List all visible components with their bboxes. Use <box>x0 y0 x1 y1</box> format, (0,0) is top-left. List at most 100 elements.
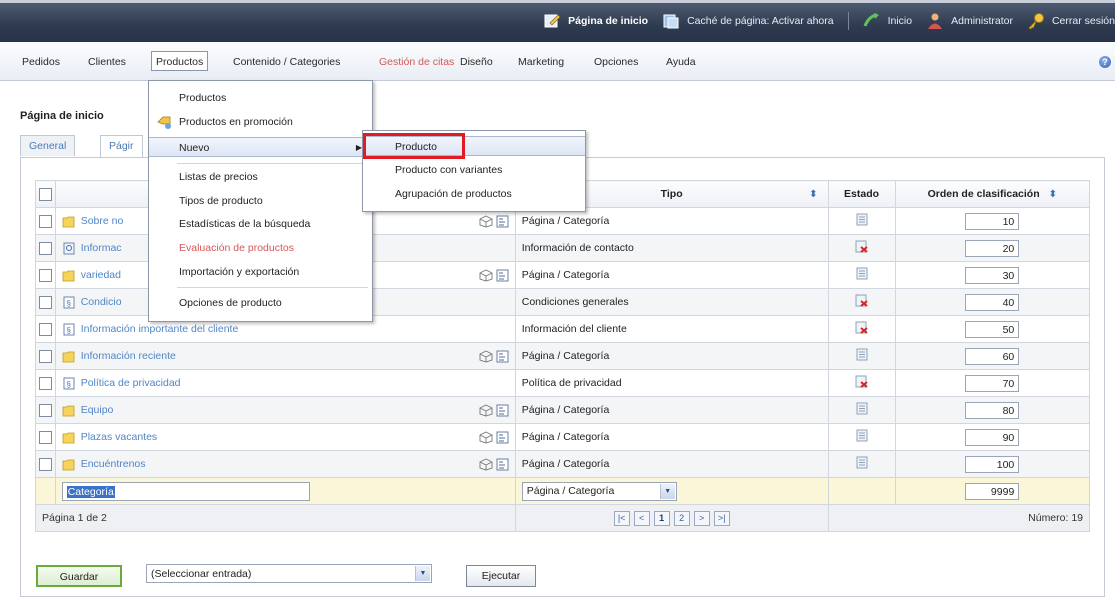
menu-item-price-lists[interactable]: Listas de precios <box>149 167 372 187</box>
row-checkbox[interactable] <box>38 322 52 336</box>
row-checkbox[interactable] <box>38 430 52 444</box>
page-cache-link[interactable]: Caché de página: Activar ahora <box>662 12 834 30</box>
start-link[interactable]: Inicio <box>863 12 912 30</box>
admin-link[interactable]: Administrator <box>926 12 1013 30</box>
cube-icon[interactable] <box>479 430 493 444</box>
order-input[interactable]: 90 <box>965 428 1020 446</box>
inactive-status-icon[interactable] <box>855 321 868 334</box>
order-input[interactable]: 30 <box>965 266 1020 284</box>
row-checkbox[interactable] <box>38 295 52 309</box>
new-type-select[interactable]: Página / Categoría ▼ <box>521 481 677 501</box>
row-checkbox[interactable] <box>38 268 52 282</box>
active-status-icon[interactable] <box>856 429 868 442</box>
submenu-item-product-variants[interactable]: Producto con variantes <box>363 160 585 180</box>
row-checkbox[interactable] <box>38 349 52 363</box>
pager-prev[interactable]: < <box>633 510 650 526</box>
menu-appointments[interactable]: Gestión de citas <box>375 52 458 72</box>
new-order-input[interactable]: 9999 <box>965 482 1020 500</box>
row-checkbox[interactable] <box>38 376 52 390</box>
page-tree-icon[interactable] <box>496 458 509 471</box>
menu-marketing[interactable]: Marketing <box>514 52 568 72</box>
row-name-link[interactable]: Informac <box>81 242 122 254</box>
page-tree-icon[interactable] <box>496 431 509 444</box>
cube-icon[interactable] <box>479 403 493 417</box>
row-name-link[interactable]: Encuéntrenos <box>81 458 146 470</box>
chevron-down-icon[interactable]: ▼ <box>659 483 675 499</box>
order-input[interactable]: 80 <box>965 401 1020 419</box>
order-input[interactable]: 40 <box>965 293 1020 311</box>
menu-design[interactable]: Diseño <box>456 52 497 72</box>
menu-item-product-options[interactable]: Opciones de producto <box>149 293 372 313</box>
row-name-link[interactable]: Equipo <box>81 404 114 416</box>
row-checkbox[interactable] <box>38 214 52 228</box>
row-checkbox[interactable] <box>38 403 52 417</box>
inactive-status-icon[interactable] <box>855 240 868 253</box>
order-input[interactable]: 10 <box>965 212 1020 230</box>
pager-next[interactable]: > <box>693 510 710 526</box>
row-checkbox[interactable] <box>38 241 52 255</box>
menu-options[interactable]: Opciones <box>590 52 642 72</box>
bulk-action-select[interactable]: (Seleccionar entrada) ▼ <box>146 564 432 583</box>
cube-icon[interactable] <box>479 457 493 471</box>
row-name-link[interactable]: Información reciente <box>81 350 176 362</box>
menu-item-product-reviews[interactable]: Evaluación de productos <box>149 238 372 258</box>
active-status-icon[interactable] <box>856 348 868 361</box>
home-link[interactable]: Página de inicio <box>543 12 648 30</box>
page-tree-icon[interactable] <box>496 269 509 282</box>
row-name-link[interactable]: Plazas vacantes <box>81 431 157 443</box>
page-tree-icon[interactable] <box>496 404 509 417</box>
menu-item-product-types[interactable]: Tipos de producto <box>149 191 372 211</box>
menu-orders[interactable]: Pedidos <box>18 52 64 72</box>
page-tree-icon[interactable] <box>496 350 509 363</box>
tab-pages[interactable]: Págir <box>100 135 143 158</box>
execute-button[interactable]: Ejecutar <box>466 565 536 587</box>
menu-item-products[interactable]: Productos <box>149 88 372 108</box>
chevron-down-icon[interactable]: ▼ <box>415 566 430 581</box>
row-name-link[interactable]: Sobre no <box>81 215 124 227</box>
sort-icon[interactable]: ⬍ <box>1049 189 1057 200</box>
cube-icon[interactable] <box>479 349 493 363</box>
save-button[interactable]: Guardar <box>36 565 122 587</box>
row-name-link[interactable]: variedad <box>81 269 121 281</box>
row-name-link[interactable]: Información importante del cliente <box>81 323 239 335</box>
active-status-icon[interactable] <box>856 213 868 226</box>
order-header[interactable]: Orden de clasificación ⬍ <box>894 180 1091 208</box>
state-header[interactable]: Estado <box>827 180 896 208</box>
menu-item-products-promotion[interactable]: Productos en promoción <box>149 112 372 132</box>
active-status-icon[interactable] <box>856 267 868 280</box>
pager-page-1[interactable]: 1 <box>653 510 670 526</box>
order-input[interactable]: 100 <box>965 455 1020 473</box>
menu-content-categories[interactable]: Contenido / Categories <box>229 52 344 72</box>
order-input[interactable]: 60 <box>965 347 1020 365</box>
inactive-status-icon[interactable] <box>855 294 868 307</box>
inactive-status-icon[interactable] <box>855 375 868 388</box>
order-input[interactable]: 20 <box>965 239 1020 257</box>
row-name-link[interactable]: Condicio <box>81 296 122 308</box>
state-cell <box>827 396 896 424</box>
cube-icon[interactable] <box>479 268 493 282</box>
row-checkbox[interactable] <box>38 457 52 471</box>
logout-link[interactable]: Cerrar sesión <box>1027 12 1115 30</box>
menu-item-new[interactable]: Nuevo ▶ <box>149 137 372 157</box>
sort-icon[interactable]: ⬍ <box>809 189 817 200</box>
menu-help[interactable]: Ayuda <box>662 52 700 72</box>
active-status-icon[interactable] <box>856 402 868 415</box>
cube-icon[interactable] <box>479 214 493 228</box>
pager-first[interactable]: |< <box>613 510 630 526</box>
row-name-link[interactable]: Política de privacidad <box>81 377 181 389</box>
tab-general[interactable]: General <box>20 135 76 156</box>
pager-last[interactable]: >| <box>713 510 730 526</box>
help-icon[interactable]: ? <box>1099 56 1111 68</box>
select-all-checkbox[interactable] <box>38 187 52 201</box>
order-input[interactable]: 50 <box>965 320 1020 338</box>
menu-customers[interactable]: Clientes <box>84 52 130 72</box>
page-tree-icon[interactable] <box>496 215 509 228</box>
active-status-icon[interactable] <box>856 456 868 469</box>
new-name-input[interactable]: Categoría <box>61 481 310 501</box>
menu-item-import-export[interactable]: Importación y exportación <box>149 262 372 282</box>
pager-page-2[interactable]: 2 <box>673 510 690 526</box>
submenu-item-product-group[interactable]: Agrupación de productos <box>363 184 585 204</box>
menu-item-search-stats[interactable]: Estadísticas de la búsqueda <box>149 214 372 234</box>
order-input[interactable]: 70 <box>965 374 1020 392</box>
menu-products[interactable]: Productos <box>151 51 209 71</box>
